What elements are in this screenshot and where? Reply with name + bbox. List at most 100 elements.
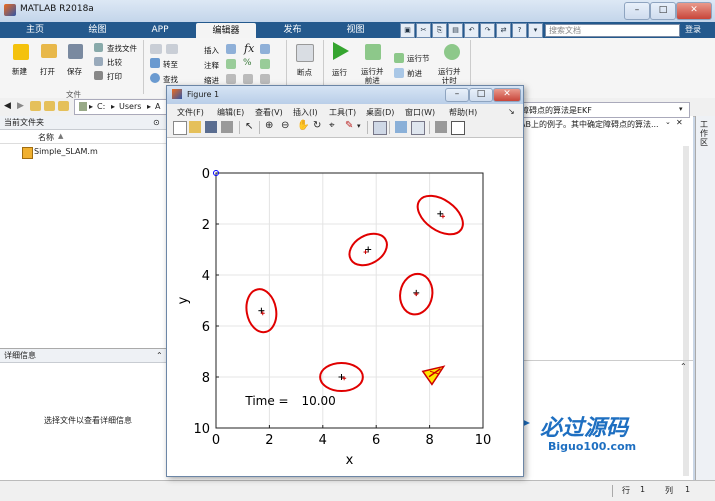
tab-plots[interactable]: 绘图	[70, 22, 125, 38]
quick-customize-icon[interactable]: ▾	[528, 23, 543, 38]
menu-help[interactable]: 帮助(H)	[449, 107, 477, 118]
figure-minimize-button[interactable]: –	[445, 88, 469, 102]
quick-undo-icon[interactable]: ↶	[464, 23, 479, 38]
back-arrow-icon[interactable]: ◀	[4, 101, 11, 111]
new-button[interactable]: 新建	[12, 66, 27, 77]
colorbar-icon[interactable]	[395, 121, 407, 133]
quick-redo-icon[interactable]: ↷	[480, 23, 495, 38]
pointer-icon[interactable]: ↖	[245, 121, 253, 132]
menu-view[interactable]: 查看(V)	[255, 107, 283, 118]
column-name-label[interactable]: 名称	[38, 132, 54, 143]
save-icon[interactable]	[68, 44, 83, 59]
search-icon[interactable]: ⌕	[671, 25, 675, 35]
close-button[interactable]: ✕	[676, 2, 712, 20]
tab-publish[interactable]: 发布	[265, 22, 320, 38]
chevron-down-icon[interactable]: ▾	[357, 122, 361, 130]
tab-home[interactable]: 主页	[10, 22, 60, 38]
pan-hand-icon[interactable]: ✋	[297, 120, 309, 131]
chevron-down-icon[interactable]: ▾	[679, 105, 683, 113]
path-segment[interactable]: Users	[119, 102, 141, 111]
menu-edit[interactable]: 编辑(E)	[217, 107, 244, 118]
tab-view[interactable]: 视图	[328, 22, 383, 38]
link-plot-icon[interactable]	[373, 121, 387, 135]
editor-file-dropdown[interactable]: 障碍点的算法是EKF ▾	[518, 102, 690, 118]
run-section-button[interactable]: 运行节	[407, 53, 430, 64]
quick-paste-icon[interactable]: ▤	[448, 23, 463, 38]
path-field[interactable]: ▸ C: ▸ Users ▸ A	[74, 99, 168, 115]
quick-help-icon[interactable]: ?	[512, 23, 527, 38]
run-button[interactable]: 运行	[332, 67, 347, 78]
menu-insert[interactable]: 插入(I)	[293, 107, 318, 118]
open-folder-icon[interactable]	[41, 44, 57, 58]
quick-save-icon[interactable]: ▣	[400, 23, 415, 38]
figure-close-button[interactable]: ✕	[493, 88, 521, 102]
file-name[interactable]: Simple_SLAM.m	[34, 147, 98, 156]
goto-button[interactable]: 转至	[163, 59, 178, 70]
breakpoints-icon[interactable]	[296, 44, 314, 62]
panel-menu-icon[interactable]: ⊙	[153, 116, 160, 129]
figure-maximize-button[interactable]: □	[469, 88, 493, 102]
comment-icon[interactable]	[226, 59, 236, 69]
find-button[interactable]: 查找	[163, 74, 178, 85]
run-advance-button[interactable]: 运行并 前进	[361, 67, 384, 85]
function-fx-icon[interactable]: fx	[244, 42, 254, 55]
forward-arrow-icon[interactable]: ▶	[17, 101, 24, 111]
chevron-down-icon[interactable]: ⌄	[665, 118, 671, 126]
print-button[interactable]: 打印	[107, 71, 122, 82]
zoom-out-icon[interactable]: ⊖	[281, 120, 289, 131]
quick-switch-icon[interactable]: ⇄	[496, 23, 511, 38]
wrap-comment-icon[interactable]	[260, 59, 270, 69]
breakpoints-button[interactable]: 断点	[297, 67, 312, 78]
menu-desktop[interactable]: 桌面(D)	[366, 107, 394, 118]
new-figure-icon[interactable]	[173, 121, 187, 135]
run-advance-icon[interactable]	[365, 44, 381, 60]
expand-icon[interactable]: ⌃	[156, 349, 163, 362]
tab-apps[interactable]: APP	[135, 22, 185, 38]
run-section-icon[interactable]	[394, 53, 404, 63]
workspace-title[interactable]: 工作区	[700, 120, 712, 147]
tab-editor[interactable]: 编辑器	[196, 23, 256, 38]
new-icon[interactable]	[13, 44, 29, 60]
list-item[interactable]: Simple_SLAM.m	[0, 146, 168, 159]
indent-decrease-icon[interactable]	[260, 74, 270, 84]
compare-button[interactable]: 比较	[107, 57, 122, 68]
scrollbar[interactable]	[683, 146, 689, 476]
comment-button[interactable]: 注释	[204, 60, 219, 71]
run-time-icon[interactable]	[444, 44, 460, 60]
menu-window[interactable]: 窗口(W)	[405, 107, 435, 118]
folder-icon[interactable]	[30, 101, 41, 111]
run-icon[interactable]	[333, 42, 349, 60]
minimize-button[interactable]: –	[624, 2, 650, 20]
menu-file[interactable]: 文件(F)	[177, 107, 204, 118]
run-time-button[interactable]: 运行并 计时	[438, 67, 461, 85]
menu-dock-icon[interactable]: ↘	[508, 107, 515, 116]
search-docs-input[interactable]: 搜索文档	[545, 24, 680, 37]
find-files-button[interactable]: 查找文件	[107, 43, 137, 54]
maximize-button[interactable]: □	[650, 2, 676, 20]
insert-more-icon[interactable]	[260, 44, 270, 54]
hide-tools-icon[interactable]	[435, 121, 447, 133]
advance-icon[interactable]	[394, 68, 404, 78]
advance-button[interactable]: 前进	[407, 68, 422, 79]
path-segment[interactable]: A	[155, 102, 160, 111]
quick-cut-icon[interactable]: ✂	[416, 23, 431, 38]
path-segment[interactable]: C:	[97, 102, 105, 111]
zoom-in-icon[interactable]: ⊕	[265, 120, 273, 131]
open-button[interactable]: 打开	[40, 66, 55, 77]
browse-folder-icon[interactable]	[58, 101, 69, 111]
quick-copy-icon[interactable]: ⎘	[432, 23, 447, 38]
up-folder-icon[interactable]	[44, 101, 55, 111]
percent-icon[interactable]: %	[243, 58, 252, 68]
data-cursor-icon[interactable]: ⌖	[329, 120, 335, 131]
close-icon[interactable]: ✕	[676, 118, 683, 127]
rotate-3d-icon[interactable]: ↻	[313, 120, 321, 131]
expand-icon[interactable]: ⌃	[680, 362, 687, 371]
print-figure-icon[interactable]	[221, 121, 233, 133]
menu-tools[interactable]: 工具(T)	[329, 107, 356, 118]
legend-icon[interactable]	[411, 121, 425, 135]
login-link[interactable]: 登录	[685, 22, 701, 38]
show-tools-icon[interactable]	[451, 121, 465, 135]
slam-plot[interactable]: 0 2 4 6 8 100246810 x y Time = 10.00	[167, 138, 523, 476]
column-header[interactable]: 名称 ▲	[0, 130, 168, 144]
insert-button[interactable]: 插入	[204, 45, 219, 56]
